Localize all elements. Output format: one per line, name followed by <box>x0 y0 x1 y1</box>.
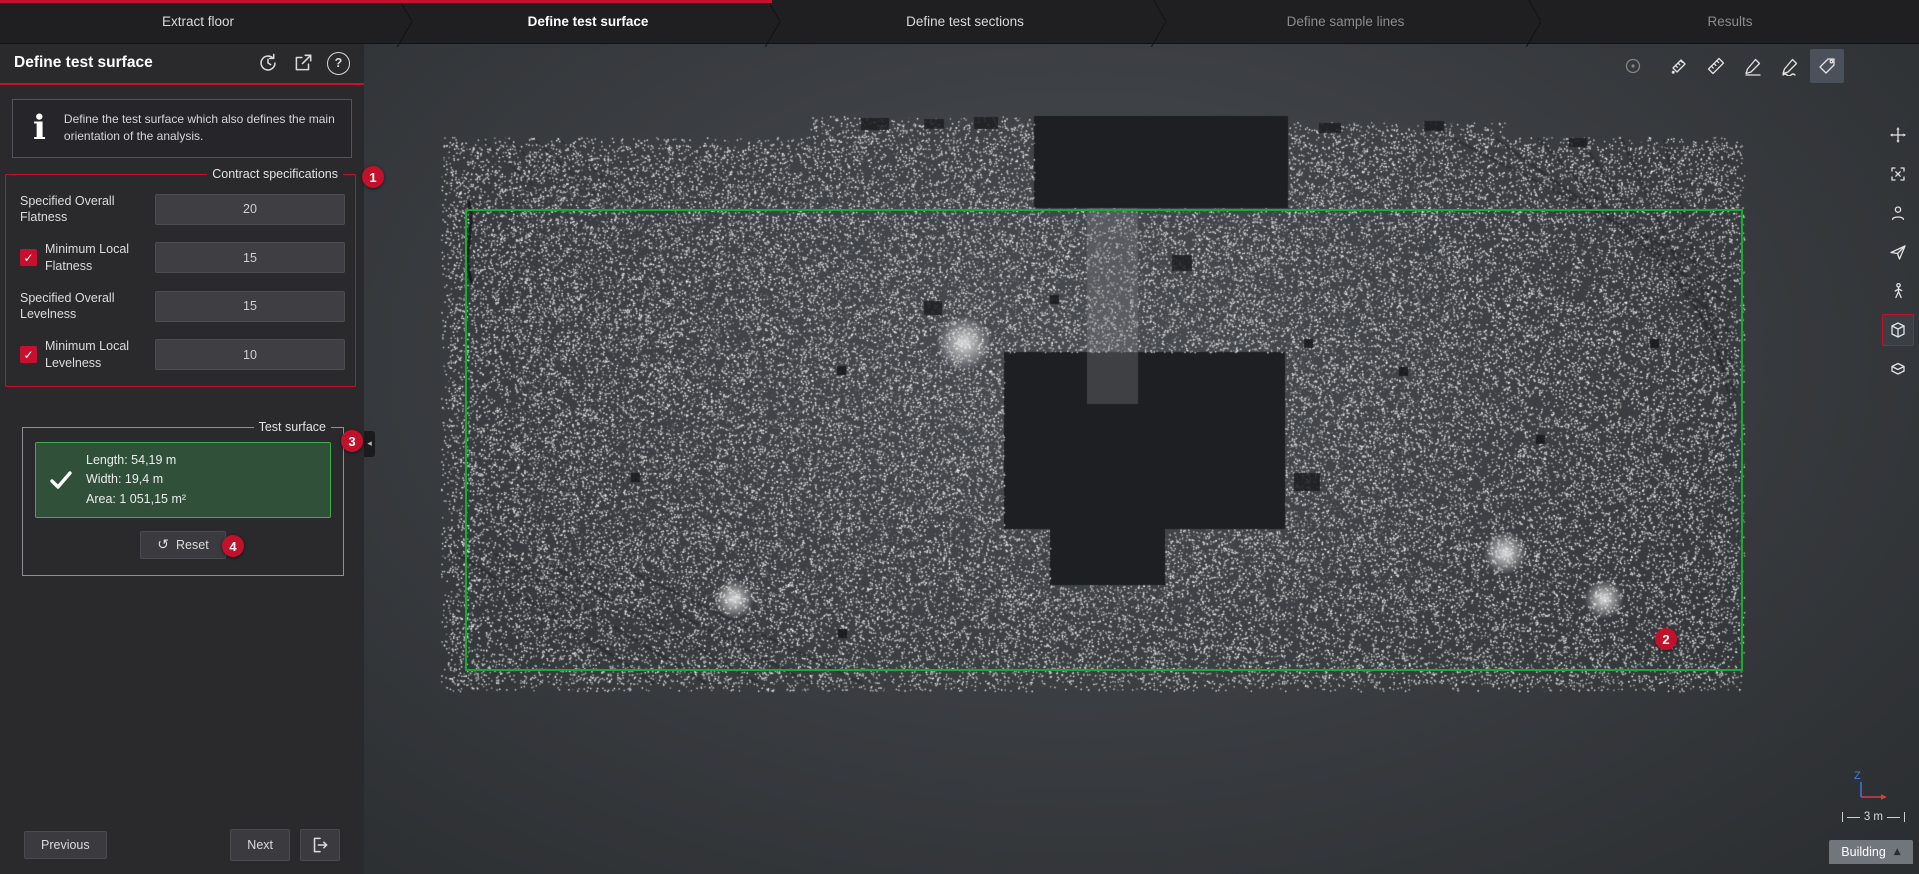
scale-tick <box>1842 812 1843 822</box>
wizard-progress-line <box>0 0 772 3</box>
wizard-step-define-test-surface[interactable]: Define test surface <box>412 0 764 43</box>
test-surface-group: Test surface Length: 54,19 m Width: 19,4… <box>22 427 344 576</box>
building-selector[interactable]: Building ▲ <box>1829 840 1913 864</box>
finish-button[interactable] <box>300 829 340 861</box>
scale-tick <box>1904 812 1905 822</box>
top-view-cube-icon[interactable] <box>1882 314 1914 346</box>
axis-gizmo: Z <box>1851 767 1891 808</box>
measure-point-icon[interactable] <box>1662 49 1696 83</box>
left-panel: Define test surface ? i <box>0 43 364 874</box>
tag-icon[interactable] <box>1810 49 1844 83</box>
field-row-specified-overall-flatness: Specified Overall Flatness <box>20 193 345 226</box>
field-row-minimum-local-flatness: ✓ Minimum Local Flatness <box>20 241 345 274</box>
help-icon[interactable]: ? <box>327 52 350 75</box>
axis-x-arrow-icon <box>1881 794 1887 800</box>
minimum-local-flatness-input[interactable] <box>155 242 345 273</box>
chevron-separator-icon <box>1150 0 1166 43</box>
test-surface-length: Length: 54,19 m <box>86 451 186 470</box>
wizard-bar: Extract floor Define test surface Define… <box>0 0 1919 44</box>
scale-line <box>1847 817 1860 818</box>
wizard-step-results: Results <box>1541 0 1919 43</box>
scale-label: 3 m <box>1864 811 1883 823</box>
field-row-minimum-local-levelness: ✓ Minimum Local Levelness <box>20 338 345 371</box>
specified-overall-flatness-input[interactable] <box>155 194 345 225</box>
building-label: Building <box>1841 845 1885 859</box>
orbit-point-icon[interactable] <box>1616 49 1650 83</box>
fly-icon[interactable] <box>1882 236 1914 268</box>
first-person-icon[interactable] <box>1882 197 1914 229</box>
annotation-badge-1: 1 <box>362 166 384 188</box>
field-label: Minimum Local Levelness <box>45 338 155 371</box>
test-surface-rectangle[interactable] <box>465 209 1743 671</box>
chevron-separator-icon <box>1525 0 1541 43</box>
panel-header: Define test surface ? <box>0 43 364 85</box>
scale-bar: 3 m <box>1842 811 1905 823</box>
scale-line <box>1887 817 1900 818</box>
wizard-step-define-sample-lines: Define sample lines <box>1166 0 1525 43</box>
wizard-step-label: Define sample lines <box>1287 14 1405 29</box>
wizard-step-extract-floor[interactable]: Extract floor <box>0 0 396 43</box>
checkmark-icon <box>48 467 74 493</box>
minimum-local-flatness-checkbox[interactable]: ✓ <box>20 249 37 266</box>
wizard-step-label: Define test surface <box>528 14 649 29</box>
pan-icon[interactable] <box>1882 119 1914 151</box>
group-label: Test surface <box>254 420 331 434</box>
history-icon[interactable] <box>257 52 279 74</box>
test-surface-result-box: Length: 54,19 m Width: 19,4 m Area: 1 05… <box>35 442 331 518</box>
panel-footer: Previous Next <box>0 829 364 861</box>
info-icon: i <box>33 111 46 145</box>
reset-icon: ↺ <box>157 538 169 552</box>
annotation-badge-4: 4 <box>222 535 244 557</box>
info-text: Define the test surface which also defin… <box>64 111 337 146</box>
annotate-wave-pencil-icon[interactable] <box>1773 49 1807 83</box>
minimum-local-levelness-checkbox[interactable]: ✓ <box>20 346 37 363</box>
field-label: Specified Overall Flatness <box>20 193 155 226</box>
test-surface-area: Area: 1 051,15 m² <box>86 490 186 509</box>
reset-label: Reset <box>176 538 209 552</box>
chevron-separator-icon <box>396 0 412 43</box>
previous-button[interactable]: Previous <box>24 831 107 859</box>
field-label: Minimum Local Flatness <box>45 241 155 274</box>
minimum-local-levelness-input[interactable] <box>155 339 345 370</box>
wizard-step-label: Define test sections <box>906 14 1024 29</box>
walk-icon[interactable] <box>1882 275 1914 307</box>
info-box: i Define the test surface which also def… <box>12 99 352 158</box>
measure-toolbar <box>1616 49 1844 83</box>
export-icon[interactable] <box>292 52 314 74</box>
test-surface-width: Width: 19,4 m <box>86 470 186 489</box>
group-label: Contract specifications <box>207 167 343 181</box>
next-button[interactable]: Next <box>230 829 290 861</box>
panel-title: Define test surface <box>14 54 257 72</box>
view-toolbar <box>1882 119 1914 385</box>
contract-specifications-group: Contract specifications Specified Overal… <box>5 174 356 387</box>
caret-up-icon: ▲ <box>1894 847 1901 857</box>
section-box-icon[interactable] <box>1882 353 1914 385</box>
wizard-step-define-test-sections[interactable]: Define test sections <box>780 0 1150 43</box>
exit-icon <box>309 834 331 856</box>
question-mark-glyph: ? <box>327 52 350 75</box>
fit-view-icon[interactable] <box>1882 158 1914 190</box>
specified-overall-levelness-input[interactable] <box>155 291 345 322</box>
collapse-panel-handle[interactable]: ◂ <box>364 431 375 457</box>
axis-z-label: Z <box>1854 770 1861 782</box>
wizard-step-label: Extract floor <box>162 14 234 29</box>
chevron-separator-icon <box>764 0 780 43</box>
field-row-specified-overall-levelness: Specified Overall Levelness <box>20 290 345 323</box>
annotation-badge-3: 3 <box>341 430 363 452</box>
viewport[interactable]: 3 m Z Building ▲ ◂ <box>364 43 1919 874</box>
reset-button[interactable]: ↺ Reset <box>140 531 225 559</box>
measure-distance-icon[interactable] <box>1699 49 1733 83</box>
annotate-pencil-icon[interactable] <box>1736 49 1770 83</box>
field-label: Specified Overall Levelness <box>20 290 155 323</box>
wizard-step-label: Results <box>1707 14 1752 29</box>
annotation-badge-2: 2 <box>1655 628 1677 650</box>
